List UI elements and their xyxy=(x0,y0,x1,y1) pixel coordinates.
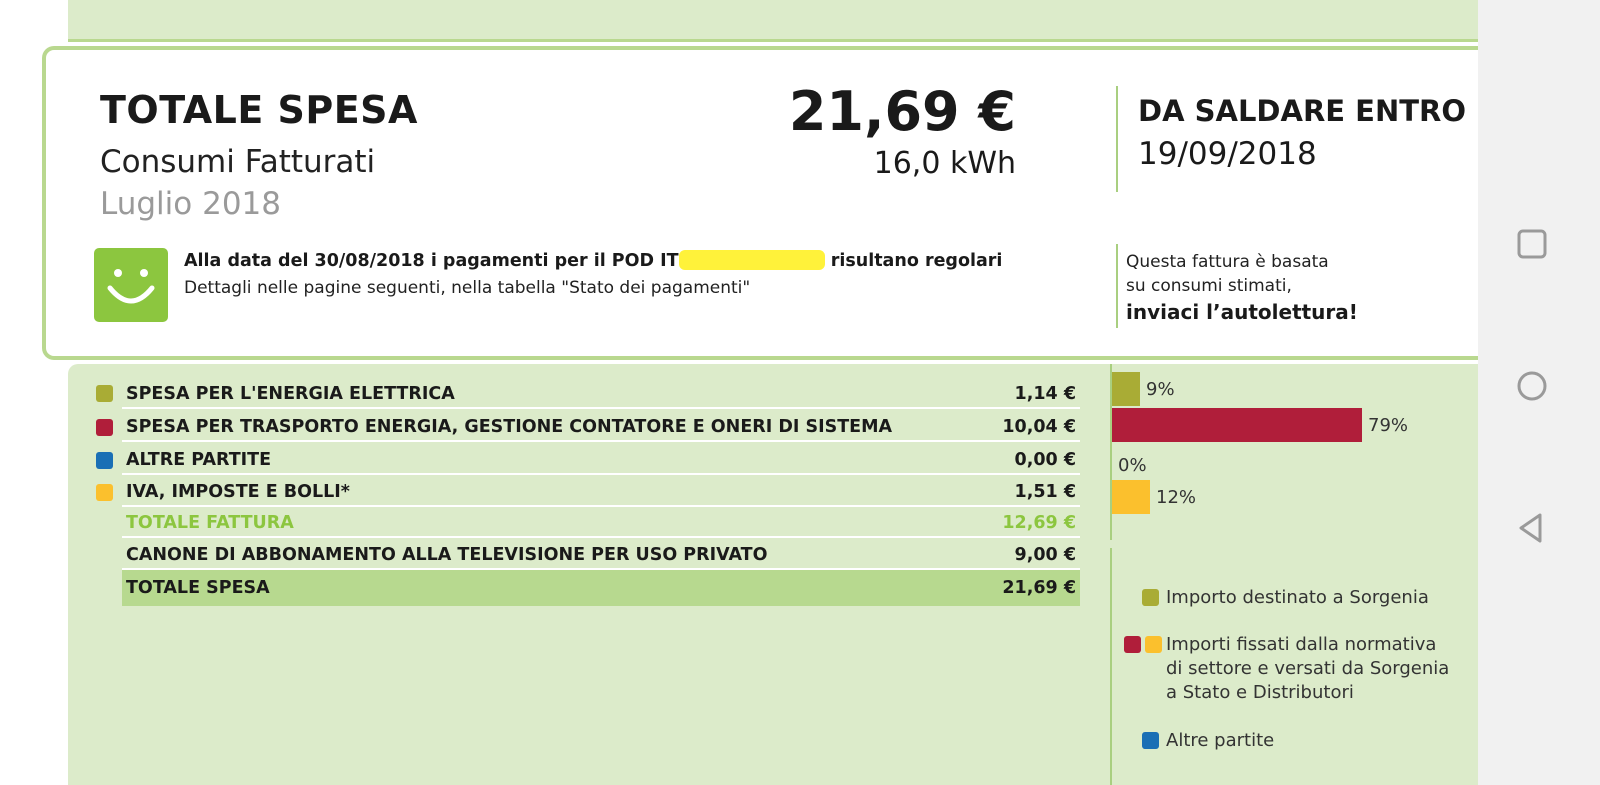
summary-card: TOTALE SPESA Consumi Fatturati Luglio 20… xyxy=(42,46,1508,360)
recent-apps-icon[interactable] xyxy=(1510,222,1554,266)
legend-swatch-regulated-red xyxy=(1124,636,1141,653)
payment-status-suffix: risultano regolari xyxy=(830,251,1003,271)
chart-data-label: 0% xyxy=(1118,455,1147,476)
chart-data-label: 9% xyxy=(1146,379,1175,400)
table-row: ALTRE PARTITE 0,00 € xyxy=(122,445,1080,475)
payment-status-text: Alla data del 30/08/2018 i pagamenti per… xyxy=(184,250,1002,271)
row-value: 10,04 € xyxy=(1002,417,1076,437)
legend-label: a Stato e Distributori xyxy=(1166,682,1354,703)
swatch-other xyxy=(96,452,113,469)
tv-fee-row: CANONE DI ABBONAMENTO ALLA TELEVISIONE P… xyxy=(122,540,1080,570)
chart-data-label: 79% xyxy=(1368,415,1409,436)
redacted-pod xyxy=(678,250,825,270)
row-value: 1,14 € xyxy=(1014,384,1076,404)
divider xyxy=(1110,548,1112,785)
row-value: 21,69 € xyxy=(1002,578,1076,598)
home-icon[interactable] xyxy=(1510,364,1554,408)
row-label: IVA, IMPOSTE E BOLLI* xyxy=(126,482,350,502)
smiley-face-icon xyxy=(94,248,168,322)
due-label: DA SALDARE ENTRO xyxy=(1138,94,1467,128)
self-reading-cta[interactable]: inviaci l’autolettura! xyxy=(1126,300,1358,324)
table-row: IVA, IMPOSTE E BOLLI* 1,51 € xyxy=(122,477,1080,507)
consumption-kwh: 16,0 kWh xyxy=(873,146,1016,181)
subtitle: Consumi Fatturati xyxy=(100,144,376,180)
swatch-energy xyxy=(96,385,113,402)
android-nav-bar xyxy=(1478,0,1600,785)
estimate-note-line: su consumi stimati, xyxy=(1126,276,1292,296)
row-value: 12,69 € xyxy=(1002,513,1076,533)
chart-bar xyxy=(1112,480,1150,514)
legend-label: Altre partite xyxy=(1166,730,1275,751)
due-date: 19/09/2018 xyxy=(1138,136,1317,172)
swatch-transport xyxy=(96,419,113,436)
divider xyxy=(1116,86,1118,192)
legend-swatch-regulated-yellow xyxy=(1145,636,1162,653)
grand-total-row: TOTALE SPESA 21,69 € xyxy=(122,570,1080,606)
swatch-taxes xyxy=(96,484,113,501)
row-label: TOTALE SPESA xyxy=(126,578,270,598)
table-row: SPESA PER L'ENERGIA ELETTRICA 1,14 € xyxy=(122,379,1080,409)
row-label: CANONE DI ABBONAMENTO ALLA TELEVISIONE P… xyxy=(126,545,768,565)
chart-bar xyxy=(1112,372,1140,406)
total-amount: 21,69 € xyxy=(788,80,1016,143)
chart-bar xyxy=(1112,408,1362,442)
row-value: 9,00 € xyxy=(1014,545,1076,565)
billing-period: Luglio 2018 xyxy=(100,186,281,222)
estimate-note-line: Questa fattura è basata xyxy=(1126,252,1329,272)
row-label: TOTALE FATTURA xyxy=(126,513,294,533)
chart-data-label: 12% xyxy=(1156,487,1197,508)
row-label: SPESA PER TRASPORTO ENERGIA, GESTIONE CO… xyxy=(126,417,893,437)
payment-details-text: Dettagli nelle pagine seguenti, nella ta… xyxy=(184,278,751,298)
row-value: 1,51 € xyxy=(1014,482,1076,502)
legend-label: Importo destinato a Sorgenia xyxy=(1166,587,1429,608)
legend-swatch-sorgenia xyxy=(1142,589,1159,606)
divider xyxy=(1116,244,1118,328)
back-icon[interactable] xyxy=(1510,506,1554,550)
row-label: ALTRE PARTITE xyxy=(126,450,272,470)
row-label: SPESA PER L'ENERGIA ELETTRICA xyxy=(126,384,455,404)
total-invoice-row: TOTALE FATTURA 12,69 € xyxy=(122,508,1080,538)
legend-label: di settore e versati da Sorgenia xyxy=(1166,658,1450,679)
previous-section-strip xyxy=(68,0,1508,42)
payment-status-prefix: Alla data del 30/08/2018 i pagamenti per… xyxy=(184,251,679,271)
row-value: 0,00 € xyxy=(1014,450,1076,470)
page-title: TOTALE SPESA xyxy=(100,88,418,132)
legend-label: Importi fissati dalla normativa xyxy=(1166,634,1437,655)
legend-swatch-other xyxy=(1142,732,1159,749)
table-row: SPESA PER TRASPORTO ENERGIA, GESTIONE CO… xyxy=(122,412,1080,442)
